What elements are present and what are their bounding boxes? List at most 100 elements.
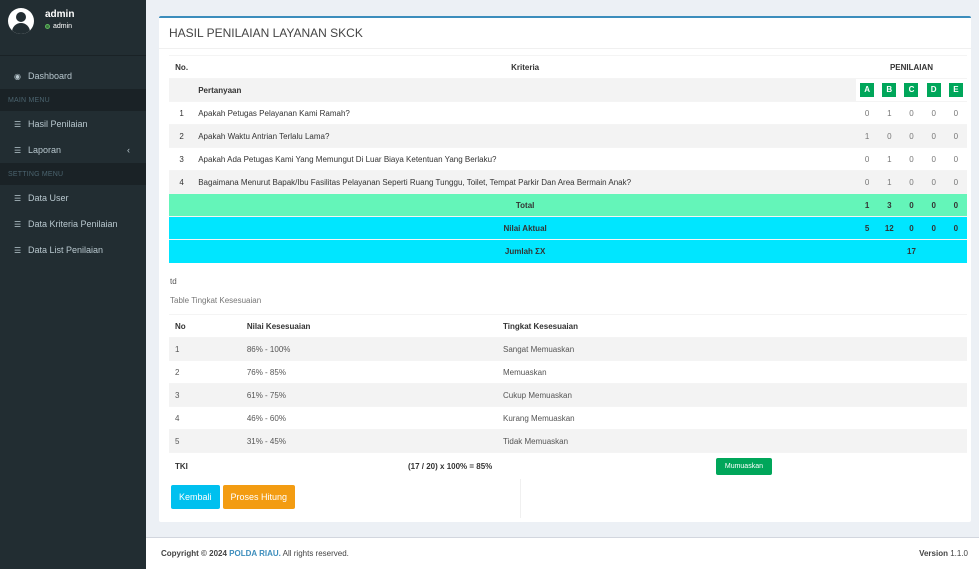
chevron-left-icon: ‹ (127, 145, 130, 155)
score-cell: 0 (856, 101, 879, 125)
list-icon: ☰ (14, 193, 22, 203)
score-cell: 1 (856, 124, 879, 148)
total-cell: 3 (878, 193, 901, 217)
score-cell: 0 (900, 101, 923, 125)
footer: Copyright © 2024 POLDA RIAU. All rights … (146, 537, 979, 569)
grade-c-badge: C (904, 83, 919, 97)
jumlah-label: Jumlah ΣX (194, 239, 857, 263)
total-cell: 0 (922, 193, 945, 217)
score-cell: 0 (878, 124, 901, 148)
row-number: 2 (169, 360, 241, 384)
sidebar-header-main-menu: MAIN MENU (0, 89, 146, 111)
subheader-pertanyaan: Pertanyaan (194, 78, 857, 102)
row-number: 3 (169, 147, 195, 171)
column-header-penilaian: PENILAIAN (856, 55, 967, 79)
question-text: Bagaimana Menurut Bapak/Ibu Fasilitas Pe… (194, 170, 857, 194)
score-cell: 0 (944, 124, 967, 148)
score-cell: 0 (856, 170, 879, 194)
tingkat-label: Sangat Memuaskan (497, 337, 967, 361)
list-icon: ☰ (14, 119, 22, 129)
user-status: admin (45, 23, 74, 30)
sidebar: admin admin ◉ Dashboard MAIN MENU ☰ Hasi… (0, 0, 146, 569)
sidebar-item-label: Data Kriteria Penilaian (28, 219, 118, 229)
column-header-no: No. (169, 55, 195, 79)
sidebar-item-data-kriteria[interactable]: ☰ Data Kriteria Penilaian (0, 211, 146, 237)
org-link[interactable]: POLDA RIAU. (229, 549, 281, 558)
row-number: 2 (169, 124, 195, 148)
table-row: 5 31% - 45% Tidak Memuaskan (169, 429, 967, 453)
penilaian-table: No. Kriteria PENILAIAN Pertanyaan A B C … (169, 55, 967, 263)
aktual-cell: 0 (944, 216, 967, 240)
grade-a-badge: A (860, 83, 875, 97)
sidebar-item-hasil-penilaian[interactable]: ☰ Hasil Penilaian (0, 111, 146, 137)
tingkat-label: Kurang Memuaskan (497, 406, 967, 430)
table-row: 1 Apakah Petugas Pelayanan Kami Ramah? 0… (169, 101, 967, 125)
table-row: 1 86% - 100% Sangat Memuaskan (169, 337, 967, 361)
process-button[interactable]: Proses Hitung (222, 485, 296, 509)
tki-result-badge: Mumuaskan (715, 457, 772, 475)
table-caption: Table Tingkat Kesesuaian (170, 296, 262, 305)
table-row: 3 Apakah Ada Petugas Kami Yang Memungut … (169, 147, 967, 171)
row-number: 1 (169, 337, 241, 361)
score-cell: 0 (856, 147, 879, 171)
list-icon: ☰ (14, 219, 22, 229)
question-text: Apakah Waktu Antrian Terlalu Lama? (194, 124, 857, 148)
table-row: 4 46% - 60% Kurang Memuaskan (169, 406, 967, 430)
row-number: 5 (169, 429, 241, 453)
version-label: Version (919, 549, 948, 558)
total-label: Total (194, 193, 857, 217)
score-cell: 0 (900, 147, 923, 171)
list-icon: ☰ (14, 245, 22, 255)
column-header-kriteria: Kriteria (194, 55, 857, 79)
nilai-range: 76% - 85% (240, 360, 497, 384)
sidebar-item-data-list-penilaian[interactable]: ☰ Data List Penilaian (0, 237, 146, 263)
tingkat-label: Tidak Memuaskan (497, 429, 967, 453)
question-text: Apakah Petugas Pelayanan Kami Ramah? (194, 101, 857, 125)
user-panel: admin admin (0, 0, 146, 56)
score-cell: 0 (900, 124, 923, 148)
row-number: 4 (169, 406, 241, 430)
jumlah-row: Jumlah ΣX 17 (169, 239, 967, 263)
nilai-range: 61% - 75% (240, 383, 497, 407)
dashboard-icon: ◉ (14, 71, 21, 81)
tingkat-label: Cukup Memuaskan (497, 383, 967, 407)
rights-text: All rights reserved. (282, 549, 349, 558)
row-number: 1 (169, 101, 195, 125)
score-cell: 0 (922, 101, 945, 125)
aktual-cell: 0 (922, 216, 945, 240)
back-button[interactable]: Kembali (171, 485, 220, 509)
nilai-aktual-row: Nilai Aktual 5 12 0 0 0 (169, 216, 967, 240)
row-number: 4 (169, 170, 195, 194)
copyright-prefix: Copyright © 2024 (161, 549, 227, 558)
total-cell: 0 (944, 193, 967, 217)
tki-formula: (17 / 20) x 100% = 85% (408, 461, 493, 471)
row-number: 3 (169, 383, 241, 407)
sidebar-item-label: Laporan (28, 145, 62, 155)
nilai-range: 31% - 45% (240, 429, 497, 453)
tingkat-label: Memuaskan (497, 360, 967, 384)
aktual-cell: 12 (878, 216, 901, 240)
sidebar-item-laporan[interactable]: ☰ Laporan ‹ (0, 137, 146, 163)
table-row: 2 76% - 85% Memuaskan (169, 360, 967, 384)
table-row: 3 61% - 75% Cukup Memuaskan (169, 383, 967, 407)
score-cell: 0 (922, 147, 945, 171)
online-status-icon (45, 24, 50, 29)
avatar (8, 8, 34, 34)
sidebar-item-data-user[interactable]: ☰ Data User (0, 185, 146, 211)
stray-text: td (170, 277, 177, 286)
sidebar-item-label: Data User (28, 193, 69, 203)
table-row: 2 Apakah Waktu Antrian Terlalu Lama? 1 0… (169, 124, 967, 148)
total-cell: 0 (900, 193, 923, 217)
kesesuaian-table: No Nilai Kesesuaian Tingkat Kesesuaian 1… (169, 314, 967, 480)
score-cell: 1 (878, 170, 901, 194)
version-number: 1.1.0 (950, 549, 968, 558)
sidebar-item-label: Dashboard (28, 71, 73, 81)
aktual-cell: 0 (900, 216, 923, 240)
score-cell: 0 (944, 101, 967, 125)
score-cell: 0 (922, 124, 945, 148)
column-header-nilai: Nilai Kesesuaian (240, 314, 497, 338)
sidebar-item-dashboard[interactable]: ◉ Dashboard (0, 63, 146, 89)
nilai-aktual-label: Nilai Aktual (194, 216, 857, 240)
column-header-no: No (169, 314, 241, 338)
sidebar-header-setting-menu: SETTING MENU (0, 163, 146, 185)
